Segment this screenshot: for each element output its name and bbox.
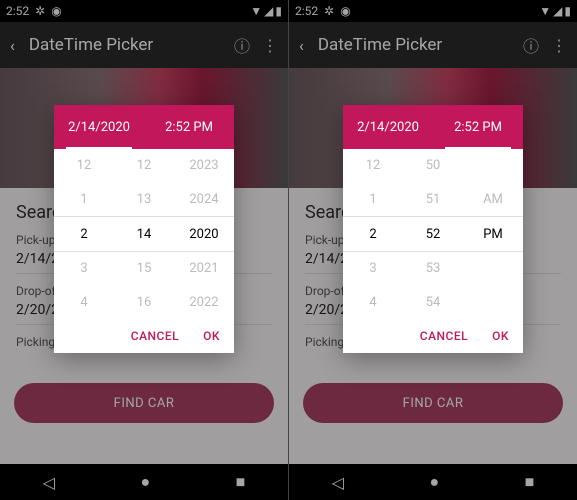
- modal-overlay: 2/14/2020 2:52 PM 12 1 2 3 4 50 51 52 53…: [289, 0, 577, 500]
- month-column[interactable]: 12 1 2 3 4: [54, 149, 114, 319]
- time-tab[interactable]: 2:52 PM: [433, 105, 523, 149]
- ok-button[interactable]: OK: [203, 329, 220, 343]
- datetime-picker: 2/14/2020 2:52 PM 12 1 2 3 4 50 51 52 53…: [343, 105, 523, 353]
- date-tab[interactable]: 2/14/2020: [54, 105, 144, 149]
- year-column[interactable]: 2023 2024 2020 2021 2022: [174, 149, 234, 319]
- time-tab[interactable]: 2:52 PM: [144, 105, 234, 149]
- day-column[interactable]: 12 13 14 15 16: [114, 149, 174, 319]
- ok-button[interactable]: OK: [492, 329, 509, 343]
- date-spinner[interactable]: 12 1 2 3 4 12 13 14 15 16 2023 2024 2020: [54, 149, 234, 319]
- minute-column[interactable]: 50 51 52 53 54: [403, 149, 463, 319]
- hour-column[interactable]: 12 1 2 3 4: [343, 149, 403, 319]
- ampm-column[interactable]: AM PM: [463, 149, 523, 319]
- date-tab[interactable]: 2/14/2020: [343, 105, 433, 149]
- cancel-button[interactable]: CANCEL: [420, 329, 468, 343]
- datetime-picker: 2/14/2020 2:52 PM 12 1 2 3 4 12 13 14 15…: [54, 105, 234, 353]
- time-spinner[interactable]: 12 1 2 3 4 50 51 52 53 54 AM PM: [343, 149, 523, 319]
- cancel-button[interactable]: CANCEL: [131, 329, 179, 343]
- modal-overlay: 2/14/2020 2:52 PM 12 1 2 3 4 12 13 14 15…: [0, 0, 288, 500]
